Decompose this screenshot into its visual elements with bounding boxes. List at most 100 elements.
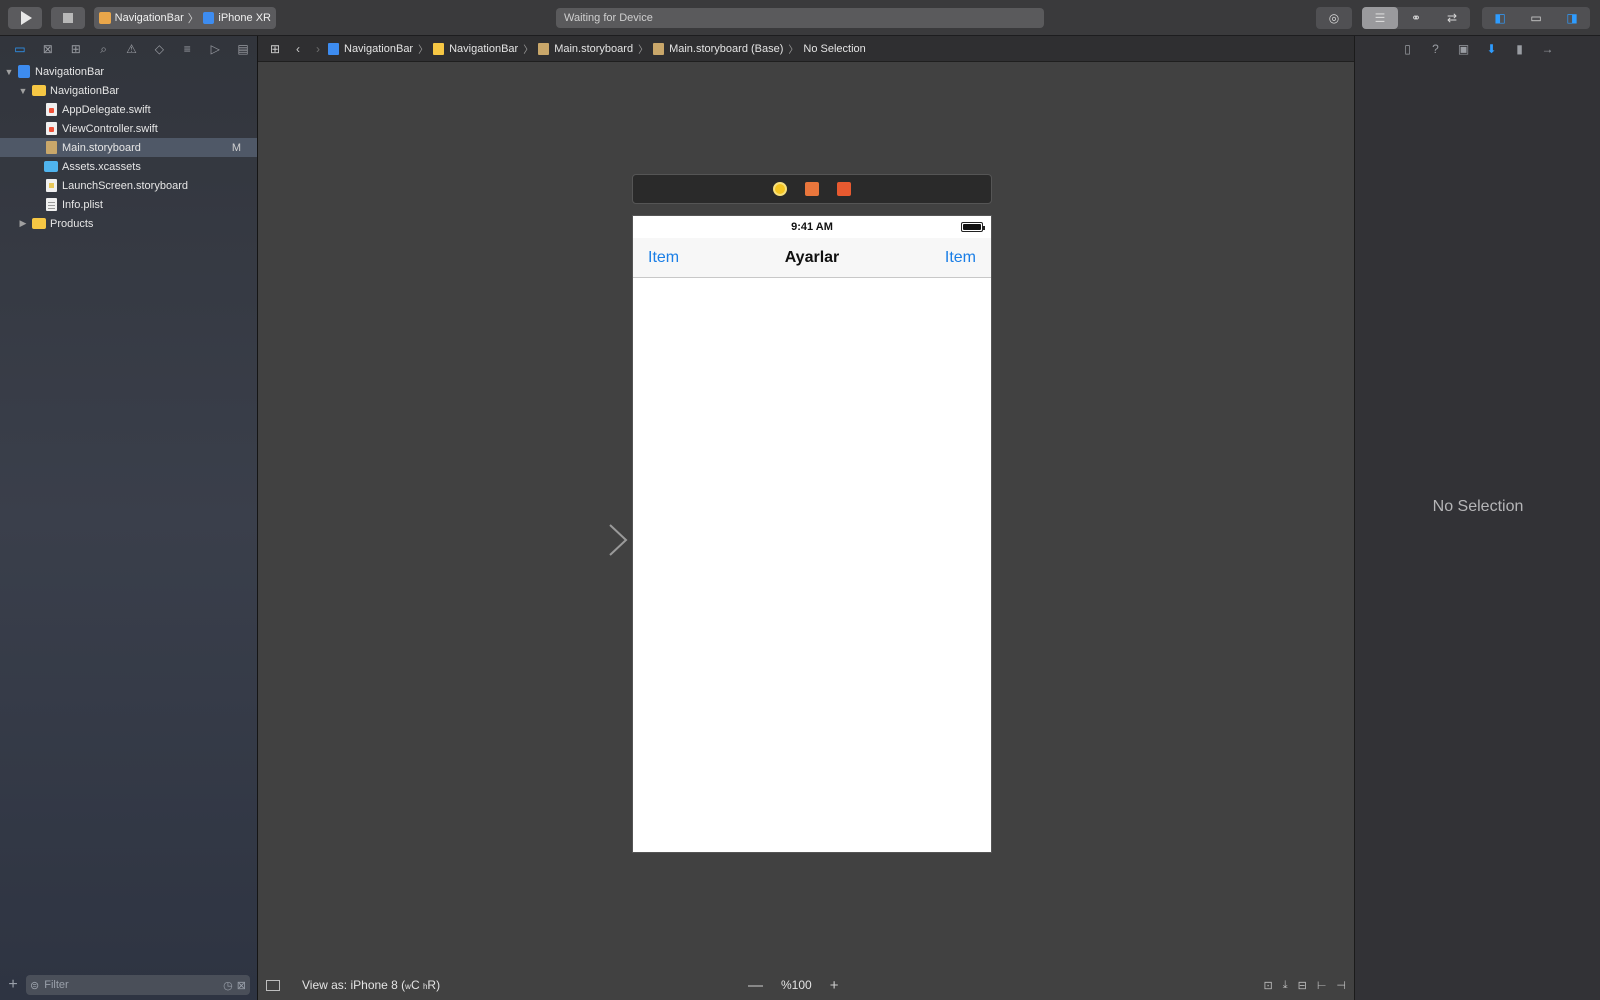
- right-bar-button-item[interactable]: Item: [945, 249, 976, 267]
- breadcrumb-item[interactable]: NavigationBar: [449, 43, 518, 55]
- breadcrumb-item[interactable]: Main.storyboard: [554, 43, 633, 55]
- tree-label: ViewController.swift: [62, 122, 158, 135]
- interface-builder-canvas[interactable]: ⊞ ‹ › NavigationBar 〉 NavigationBar 〉 Ma…: [258, 36, 1354, 1000]
- debug-icon[interactable]: ≡: [173, 42, 201, 56]
- project-icon: [18, 65, 30, 78]
- tree-row-file-selected[interactable]: Main.storyboard M: [0, 138, 257, 157]
- tree-label: LaunchScreen.storyboard: [62, 179, 188, 192]
- initial-view-controller-arrow-icon[interactable]: [538, 523, 630, 557]
- tree-row-file[interactable]: ViewController.swift: [0, 119, 257, 138]
- size-class-h-value: R): [427, 978, 441, 992]
- warning-icon[interactable]: ⚠: [118, 42, 146, 56]
- attributes-icon[interactable]: ⬇: [1478, 42, 1506, 56]
- device-config-button[interactable]: View as: iPhone 8 (wC hR): [302, 978, 440, 992]
- tree-label: Assets.xcassets: [62, 160, 141, 173]
- inspector-empty-state: No Selection: [1432, 498, 1524, 515]
- breakpoints-toggle[interactable]: ◎: [1316, 7, 1352, 29]
- test-icon[interactable]: ◇: [145, 42, 173, 56]
- run-button[interactable]: [8, 7, 42, 29]
- disclosure-closed-icon[interactable]: ▶: [18, 218, 28, 229]
- project-icon: [328, 42, 339, 55]
- storyboard-file-icon: [538, 42, 550, 55]
- breakpoint-icon[interactable]: ▷: [201, 42, 229, 56]
- breakpoint-icon[interactable]: ◎: [1316, 7, 1352, 29]
- battery-icon: [961, 222, 985, 232]
- filter-icon: ⊜: [30, 979, 40, 992]
- breadcrumb-item[interactable]: No Selection: [803, 43, 865, 55]
- back-icon[interactable]: ‹: [296, 42, 300, 56]
- embed-in-icon[interactable]: ⤓: [1283, 979, 1288, 992]
- add-constraints-icon[interactable]: ⊢: [1317, 979, 1327, 992]
- identity-icon[interactable]: ▣: [1450, 42, 1478, 56]
- zoom-in-icon[interactable]: +: [830, 977, 839, 994]
- folder-icon: [32, 218, 46, 229]
- navigation-title[interactable]: Ayarlar: [785, 249, 840, 267]
- disclosure-open-icon[interactable]: ▼: [18, 86, 28, 96]
- destination-name: iPhone XR: [218, 12, 271, 24]
- tree-label: Products: [50, 217, 94, 230]
- left-bar-button-item[interactable]: Item: [648, 249, 679, 267]
- help-icon[interactable]: ?: [1422, 42, 1450, 56]
- disclosure-open-icon[interactable]: ▼: [4, 67, 14, 77]
- recent-files-icon[interactable]: ◷: [223, 979, 233, 992]
- first-responder-icon[interactable]: [805, 182, 819, 196]
- stop-button[interactable]: [51, 7, 85, 29]
- tree-row-file[interactable]: AppDelegate.swift: [0, 100, 257, 119]
- file-inspector-icon[interactable]: ▯: [1394, 42, 1422, 56]
- resolve-issues-icon[interactable]: ⊣: [1336, 979, 1346, 992]
- chevron-right-icon: 〉: [523, 45, 534, 56]
- hierarchy-icon[interactable]: ⊞: [62, 42, 90, 56]
- tree-row-file[interactable]: Assets.xcassets: [0, 157, 257, 176]
- navigation-bar[interactable]: Item Ayarlar Item: [633, 238, 991, 278]
- align-icon[interactable]: ⊟: [1298, 979, 1307, 992]
- size-icon[interactable]: ▮: [1506, 42, 1534, 56]
- filter-input[interactable]: ⊜ Filter ◷ ⊠: [26, 975, 250, 995]
- tree-row-group[interactable]: ▼ NavigationBar: [0, 81, 257, 100]
- source-control-icon[interactable]: ⊠: [34, 42, 62, 56]
- zoom-controls: — %100 +: [748, 977, 838, 994]
- scheme-selector[interactable]: NavigationBar 〉 iPhone XR: [94, 7, 276, 29]
- view-controller-icon[interactable]: [773, 182, 787, 196]
- connections-icon[interactable]: →: [1534, 42, 1562, 56]
- project-navigator: ▭ ⊠ ⊞ ⌕ ⚠ ◇ ≡ ▷ ▤ ▼ NavigationBar ▼ Navi…: [0, 36, 258, 1000]
- breadcrumb-item[interactable]: NavigationBar: [344, 43, 413, 55]
- view-as-label: View as: iPhone 8 (: [302, 978, 406, 992]
- jump-bar-controls: ⊞ ‹ ›: [258, 42, 328, 56]
- storyboard-file-icon: [46, 141, 57, 154]
- status-time: 9:41 AM: [791, 221, 833, 233]
- navigator-tabs: ▭ ⊠ ⊞ ⌕ ⚠ ◇ ≡ ▷ ▤: [0, 36, 257, 62]
- zoom-out-icon[interactable]: —: [748, 977, 763, 994]
- version-editor-icon[interactable]: ⇄: [1434, 7, 1470, 29]
- search-icon[interactable]: ⌕: [90, 42, 118, 57]
- update-frames-icon[interactable]: ⊡: [1264, 979, 1273, 992]
- tree-label: NavigationBar: [50, 84, 120, 97]
- utilities-inspector: ▯ ? ▣ ⬇ ▮ → No Selection: [1354, 36, 1600, 1000]
- folder-icon[interactable]: ▭: [6, 42, 34, 56]
- debug-area-toggle-icon[interactable]: ▭: [1518, 7, 1554, 29]
- tree-row-file[interactable]: Info.plist: [0, 195, 257, 214]
- view-controller-scene[interactable]: 9:41 AM Item Ayarlar Item: [632, 215, 992, 853]
- source-control-filter-icon[interactable]: ⊠: [237, 979, 246, 992]
- document-outline-toggle-icon[interactable]: [266, 979, 280, 991]
- tree-label: NavigationBar: [35, 65, 105, 78]
- related-items-icon[interactable]: ⊞: [270, 42, 280, 56]
- navigator-toggle-icon[interactable]: ◧: [1482, 7, 1518, 29]
- breadcrumb-item[interactable]: Main.storyboard (Base): [669, 43, 783, 55]
- scene-dock: [632, 174, 992, 204]
- exit-icon[interactable]: [837, 182, 851, 196]
- tree-label: AppDelegate.swift: [62, 103, 151, 116]
- utilities-toggle-icon[interactable]: ◨: [1554, 7, 1590, 29]
- forward-icon[interactable]: ›: [316, 42, 320, 56]
- zoom-level[interactable]: %100: [781, 978, 812, 992]
- tree-row-file[interactable]: LaunchScreen.storyboard: [0, 176, 257, 195]
- assistant-editor-icon[interactable]: ⚭: [1398, 7, 1434, 29]
- jump-bar: ⊞ ‹ › NavigationBar 〉 NavigationBar 〉 Ma…: [258, 36, 1354, 62]
- tree-row-group[interactable]: ▶ Products: [0, 214, 257, 233]
- scheme-name: NavigationBar: [114, 12, 184, 24]
- standard-editor-icon[interactable]: ☰: [1362, 7, 1398, 29]
- add-icon[interactable]: +: [0, 976, 26, 994]
- storyboard-file-icon: [653, 42, 665, 55]
- report-icon[interactable]: ▤: [229, 42, 257, 56]
- tree-row-project[interactable]: ▼ NavigationBar: [0, 62, 257, 81]
- size-class-w-value: C: [410, 978, 420, 992]
